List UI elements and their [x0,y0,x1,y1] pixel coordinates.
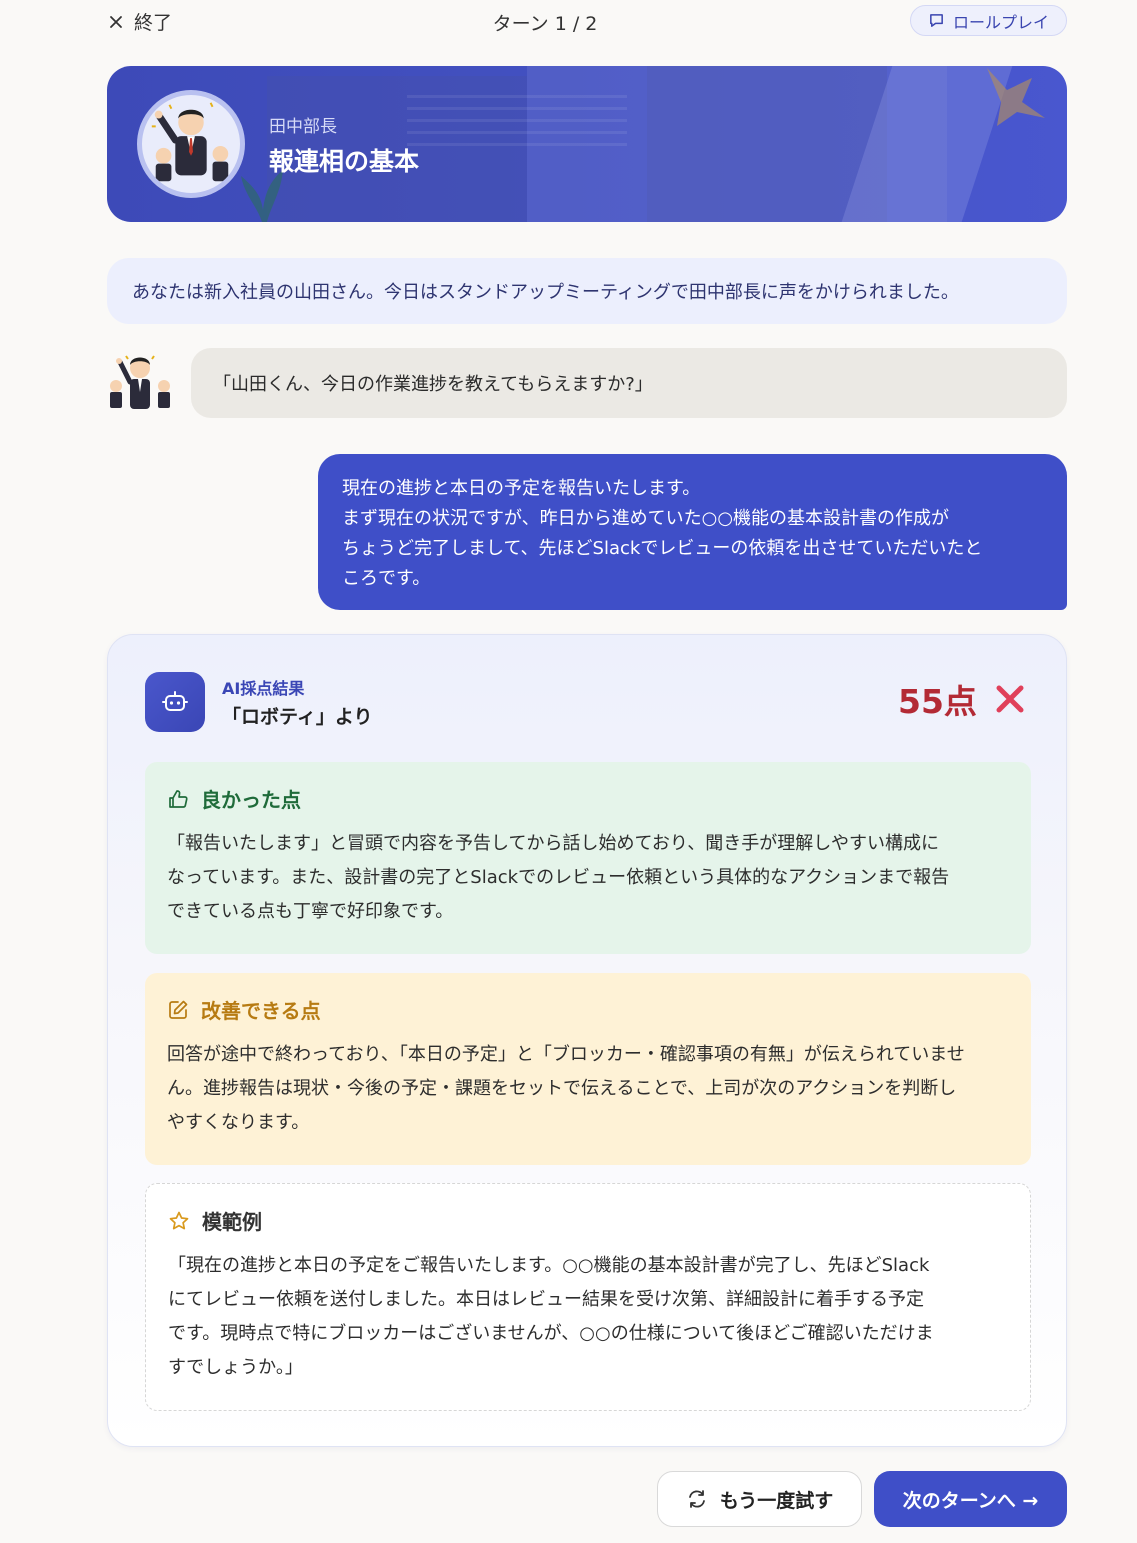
user-message-line: まず現在の状況ですが、昨日から進めていた○○機能の基本設計書の作成が [342,508,950,529]
improvement-title: 改善できる点 [201,999,321,1023]
improvement-header: 改善できる点 [167,995,1009,1024]
model-answer-line: すでしょうか。」 [168,1357,303,1378]
thumbs-up-icon [169,789,188,808]
chat-bubble-icon [930,14,943,27]
businessman-illustration [151,102,229,182]
character-name: 田中部長 [269,117,337,137]
boss-message-bubble: 「山田くん、今日の作業進捗を教えてもらえますか?」 [191,348,1067,418]
improvement-line: ん。進捗報告は現状・今後の予定・課題をセットで伝えることで、上司が次のアクション… [167,1078,957,1099]
retry-label: もう一度試す [719,1489,834,1512]
user-message-line: ちょうど完了しまして、先ほどSlackでレビューの依頼を出させていただいたと [342,538,983,559]
lesson-title: 報連相の基本 [269,147,420,176]
banner-background-shape [407,86,627,146]
model-answer-body: 「現在の進捗と本日の予定をご報告いたします。○○機能の基本設計書が完了し、先ほど… [168,1249,1008,1385]
user-message-line: ころです。 [342,568,431,589]
improvement-section: 改善できる点 回答が途中で終わっており、「本日の予定」と「ブロッカー・確認事項の… [145,973,1031,1165]
good-points-body: 「報告いたします」と冒頭で内容を予告してから話し始めており、聞き手が理解しやすい… [167,827,1009,929]
good-points-line: できている点も丁寧で好印象です。 [167,901,454,922]
character-avatar [137,90,245,198]
star-icon [169,1211,189,1229]
roleplay-badge: ロールプレイ [910,5,1067,36]
good-points-line: なっています。また、設計書の完了とSlackでのレビュー依頼という具体的なアクシ… [167,867,950,888]
user-message-line: 現在の進捗と本日の予定を報告いたします。 [342,478,701,499]
ai-feedback-card: AI採点結果 「ロボティ」より 55点 良かった点 「報告いたします」と冒頭で内… [107,634,1067,1447]
model-answer-header: 模範例 [168,1206,1008,1235]
robot-icon [145,672,205,732]
good-points-section: 良かった点 「報告いたします」と冒頭で内容を予告してから話し始めており、聞き手が… [145,762,1031,954]
robot-glyph-icon [162,691,188,711]
model-answer-line: です。現時点で特にブロッカーはございませんが、○○の仕様について後ほどご確認いた… [168,1323,934,1344]
score-value: 55点 [898,682,977,721]
improvement-body: 回答が途中で終わっており、「本日の予定」と「ブロッカー・確認事項の有無」が伝えら… [167,1038,1009,1140]
next-turn-button[interactable]: 次のターンへ → [874,1471,1067,1527]
good-points-title: 良かった点 [201,788,301,812]
user-message-bubble: 現在の進捗と本日の予定を報告いたします。 まず現在の状況ですが、昨日から進めてい… [318,454,1067,610]
edit-icon [169,1000,188,1019]
improvement-line: 回答が途中で終わっており、「本日の予定」と「ブロッカー・確認事項の有無」が伝えら… [167,1044,965,1065]
ai-from-label: 「ロボティ」より [222,706,373,728]
good-points-line: 「報告いたします」と冒頭で内容を予告してから話し始めており、聞き手が理解しやすい… [167,833,940,854]
model-answer-line: 「現在の進捗と本日の予定をご報告いたします。○○機能の基本設計書が完了し、先ほど… [168,1255,930,1276]
retry-button[interactable]: もう一度試す [657,1471,862,1527]
fail-x-icon [996,685,1024,713]
ai-result-label: AI採点結果 [222,679,305,698]
model-answer-title: 模範例 [202,1210,262,1234]
refresh-icon [688,1490,705,1508]
roleplay-badge-label: ロールプレイ [952,12,1049,32]
top-bar: 終了 ターン 1 / 2 ロールプレイ [0,0,1137,42]
good-points-header: 良かった点 [167,784,1009,813]
boss-avatar [110,355,170,409]
scenario-description: あなたは新入社員の山田さん。今日はスタンドアップミーティングで田中部長に声をかけ… [107,258,1067,324]
improvement-line: やすくなります。 [167,1112,310,1133]
model-answer-section: 模範例 「現在の進捗と本日の予定をご報告いたします。○○機能の基本設計書が完了し… [145,1183,1031,1411]
lesson-banner: 田中部長 報連相の基本 [107,66,1067,222]
model-answer-line: にてレビュー依頼を送付しました。本日はレビュー結果を受け次第、詳細設計に着手する… [168,1289,924,1310]
star-decoration-icon [987,68,1045,126]
